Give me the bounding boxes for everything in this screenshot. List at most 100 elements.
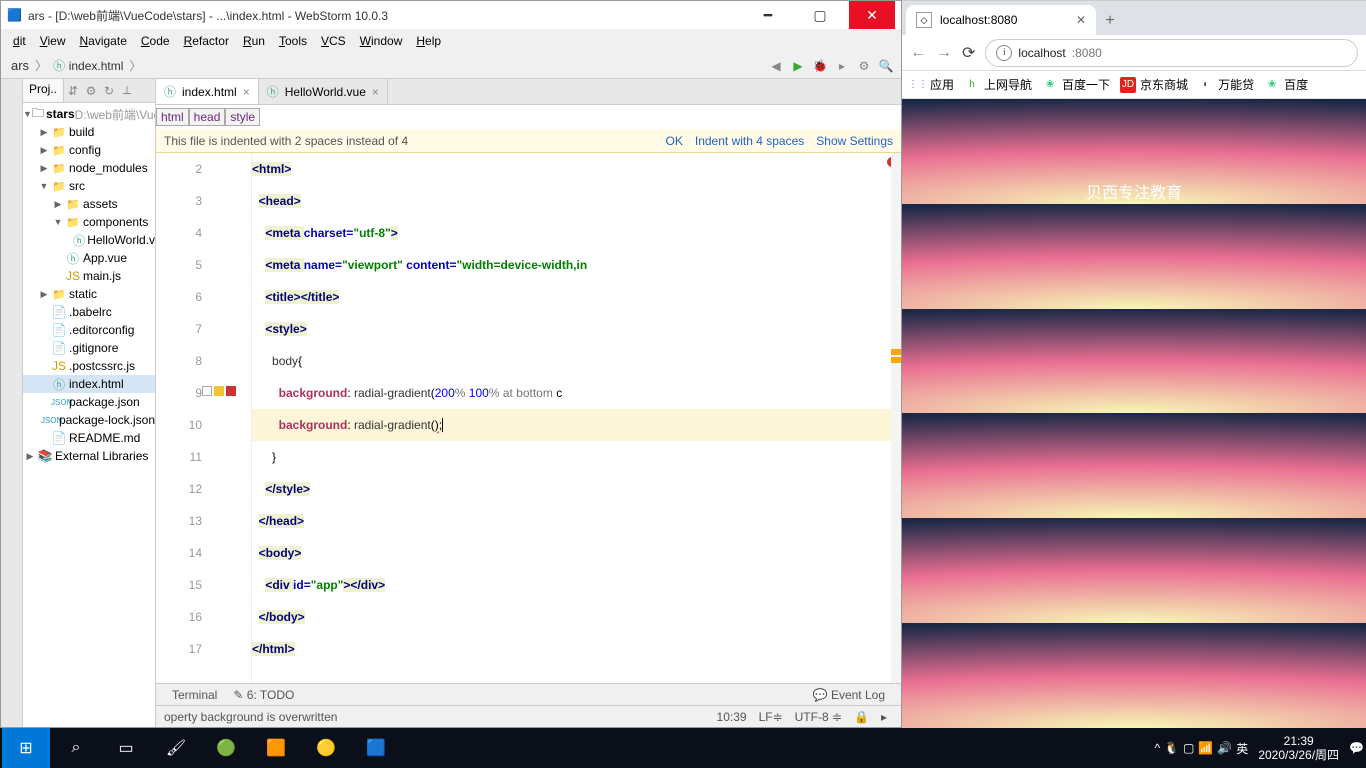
close-button[interactable]: ✕ — [849, 1, 895, 29]
line-number[interactable]: 3 — [156, 185, 202, 217]
external-libraries[interactable]: ▶📚External Libraries — [23, 447, 155, 465]
code-line[interactable]: </html> — [252, 633, 891, 665]
tree-folder[interactable]: ▶assets — [23, 195, 155, 213]
menu-item[interactable]: Window — [354, 32, 409, 50]
tray-overflow-icon[interactable]: ^ — [1154, 741, 1160, 755]
line-number[interactable]: 16 — [156, 601, 202, 633]
tree-file[interactable]: 📄.gitignore — [23, 339, 155, 357]
maximize-button[interactable]: ▢ — [797, 1, 843, 29]
tab-close-icon[interactable]: × — [372, 85, 379, 99]
tree-file[interactable]: JS.postcssrc.js — [23, 357, 155, 375]
line-number[interactable]: 4 — [156, 217, 202, 249]
tab-close-button[interactable]: ✕ — [1076, 13, 1086, 27]
search-icon[interactable]: 🔍 — [875, 55, 897, 77]
event-log-tab[interactable]: 💬 Event Log — [805, 688, 893, 702]
code-line[interactable]: <title></title> — [252, 281, 891, 313]
tree-file[interactable]: ⓗindex.html — [23, 375, 155, 393]
terminal-tab[interactable]: Terminal — [164, 688, 225, 702]
taskbar-clock[interactable]: 21:39 2020/3/26/周四 — [1252, 734, 1345, 762]
line-number[interactable]: 12 — [156, 473, 202, 505]
code-line[interactable]: background: radial-gradient(); — [252, 409, 891, 441]
tree-file[interactable]: ⓗHelloWorld.v — [23, 231, 155, 249]
menu-item[interactable]: Help — [410, 32, 447, 50]
code-line[interactable]: <div id="app"></div> — [252, 569, 891, 601]
code-line[interactable]: </body> — [252, 601, 891, 633]
code-line[interactable]: background: radial-gradient(200% 100% at… — [252, 377, 891, 409]
tree-file[interactable]: JSmain.js — [23, 267, 155, 285]
run-button[interactable]: ▶ — [787, 55, 809, 77]
address-bar[interactable]: i localhost:8080 — [985, 39, 1358, 67]
menu-item[interactable]: dit — [7, 32, 32, 50]
encoding[interactable]: UTF-8 ≑ — [789, 710, 848, 724]
bookmark-item[interactable]: h上网导航 — [964, 76, 1032, 93]
line-number[interactable]: 8 — [156, 345, 202, 377]
bookmark-item[interactable]: ❀百度一下 — [1042, 76, 1110, 93]
line-number[interactable]: 2 — [156, 153, 202, 185]
code-line[interactable]: <head> — [252, 185, 891, 217]
tray-penguin-icon[interactable]: 🐧 — [1164, 741, 1179, 755]
line-ending[interactable]: LF≑ — [753, 710, 789, 724]
code-line[interactable]: </head> — [252, 505, 891, 537]
line-number[interactable]: 5 — [156, 249, 202, 281]
code-editor[interactable]: 234567891011121314151617 <html> <head> <… — [156, 153, 901, 683]
taskbar-app[interactable]: 🟦 — [352, 728, 400, 768]
taskbar-app[interactable]: 🟡 — [302, 728, 350, 768]
menu-item[interactable]: Refactor — [178, 32, 235, 50]
tree-file[interactable]: JSONpackage-lock.json — [23, 411, 155, 429]
code-line[interactable]: } — [252, 441, 891, 473]
structure-crumb[interactable]: style — [225, 108, 260, 126]
line-number[interactable]: 15 — [156, 569, 202, 601]
tab-close-icon[interactable]: × — [243, 85, 250, 99]
breadcrumb-file[interactable]: ⓗ index.html — [47, 55, 129, 76]
tree-file[interactable]: ⓗApp.vue — [23, 249, 155, 267]
code-line[interactable]: <meta charset="utf-8"> — [252, 217, 891, 249]
tree-file[interactable]: 📄README.md — [23, 429, 155, 447]
menu-item[interactable]: Tools — [273, 32, 313, 50]
line-number[interactable]: 6 — [156, 281, 202, 313]
bookmark-item[interactable]: ❀百度 — [1264, 76, 1308, 93]
hide-icon[interactable]: ⟂ — [118, 79, 136, 102]
tree-file[interactable]: 📄.babelrc — [23, 303, 155, 321]
line-number[interactable]: 14 — [156, 537, 202, 569]
settings-icon[interactable]: ⚙ — [853, 55, 875, 77]
tool-window-strip[interactable] — [1, 79, 23, 727]
notify-show-settings[interactable]: Show Settings — [816, 134, 893, 148]
task-view-button[interactable]: ▭ — [102, 728, 150, 768]
forward-button[interactable]: → — [936, 44, 952, 62]
code-line[interactable]: body{ — [252, 345, 891, 377]
line-number[interactable]: 10 — [156, 409, 202, 441]
tree-file[interactable]: JSONpackage.json — [23, 393, 155, 411]
notify-ok[interactable]: OK — [666, 134, 683, 148]
lock-icon[interactable]: 🔒 — [848, 710, 875, 724]
tree-folder[interactable]: ▶build — [23, 123, 155, 141]
menu-item[interactable]: VCS — [315, 32, 352, 50]
reload-button[interactable]: ⟳ — [962, 43, 975, 63]
bookmark-item[interactable]: JD京东商城 — [1120, 76, 1188, 93]
mute-icon[interactable]: ◀ — [765, 55, 787, 77]
browser-viewport[interactable]: 贝西专注教育 — [902, 99, 1366, 728]
line-number[interactable]: 17 — [156, 633, 202, 665]
code-line[interactable]: <body> — [252, 537, 891, 569]
tray-wifi-icon[interactable]: 📶 — [1198, 741, 1213, 755]
code-line[interactable]: <meta name="viewport" content="width=dev… — [252, 249, 891, 281]
more-run-button[interactable]: ▸ — [831, 55, 853, 77]
tree-root[interactable]: ▼🗀stars D:\web前端\Vue — [23, 105, 155, 123]
bookmark-item[interactable]: ◐万能贷 — [1198, 76, 1254, 93]
tree-folder[interactable]: ▶static — [23, 285, 155, 303]
todo-tab[interactable]: ✎ 6: TODO — [225, 688, 302, 702]
browser-tab[interactable]: ◇ localhost:8080 ✕ — [906, 5, 1096, 35]
tree-folder[interactable]: ▶config — [23, 141, 155, 159]
menu-item[interactable]: View — [34, 32, 72, 50]
editor-tab[interactable]: ⓗindex.html× — [156, 79, 259, 104]
code-line[interactable]: <style> — [252, 313, 891, 345]
code-line[interactable]: </style> — [252, 473, 891, 505]
site-info-icon[interactable]: i — [996, 45, 1012, 61]
taskbar-app[interactable]: 🟧 — [252, 728, 300, 768]
line-number[interactable]: 9 — [156, 377, 202, 409]
editor-tab[interactable]: ⓗHelloWorld.vue× — [259, 79, 388, 104]
debug-button[interactable]: 🐞 — [809, 55, 831, 77]
cycle-icon[interactable]: ↻ — [100, 79, 118, 102]
structure-crumb[interactable]: html — [156, 108, 189, 126]
menu-item[interactable]: Navigate — [74, 32, 133, 50]
more-icon[interactable]: ▸ — [875, 710, 893, 724]
